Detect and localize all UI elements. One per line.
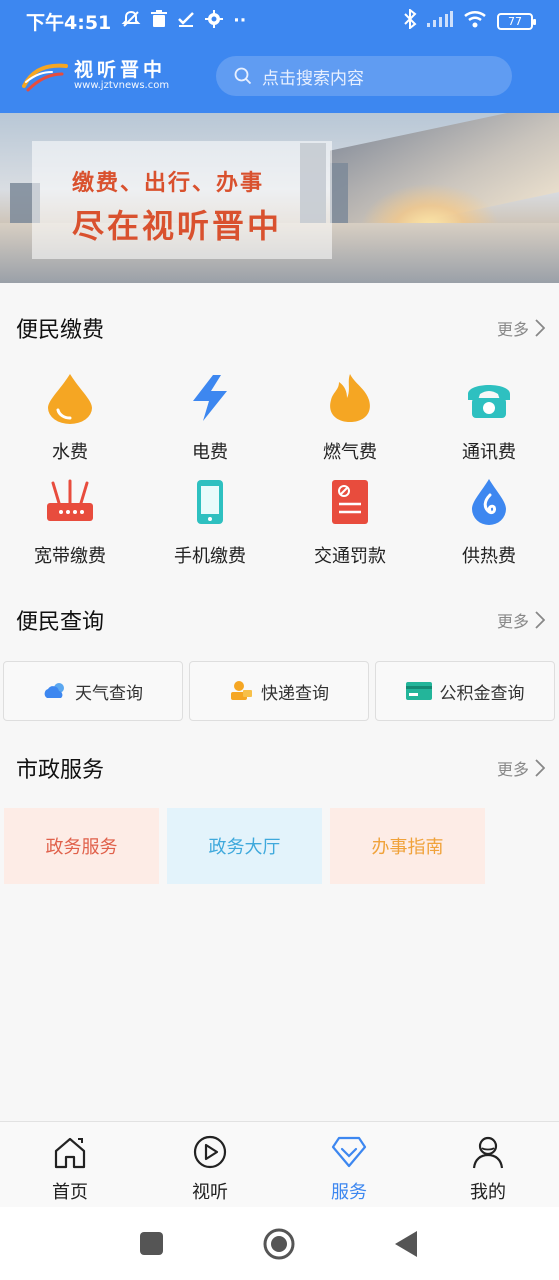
- payment-item-broadband[interactable]: 宽带缴费: [0, 476, 140, 568]
- payment-item-traffic-fine[interactable]: 交通罚款: [280, 476, 420, 568]
- play-icon: [160, 1134, 260, 1170]
- user-icon: [438, 1134, 538, 1170]
- search-icon: [234, 67, 252, 85]
- delivery-icon: [231, 681, 252, 700]
- check-icon: [177, 10, 195, 33]
- nav-profile[interactable]: 我的: [438, 1134, 538, 1204]
- banner-line1: 缴费、出行、办事: [72, 171, 265, 196]
- home-system-button[interactable]: [263, 1228, 295, 1264]
- diamond-icon: [299, 1134, 399, 1170]
- telephone-icon: [463, 372, 515, 424]
- payment-item-water[interactable]: 水费: [0, 372, 140, 464]
- gov-hall-tile[interactable]: 政务大厅: [167, 808, 322, 884]
- flame-icon: [324, 372, 376, 424]
- express-query-button[interactable]: 快递查询: [189, 661, 369, 721]
- wifi-icon: [463, 10, 487, 32]
- mobile-phone-icon: [184, 476, 236, 528]
- weather-cloud-icon: [44, 683, 64, 698]
- query-more-button[interactable]: 更多: [497, 608, 545, 632]
- search-placeholder: 点击搜索内容: [262, 68, 364, 89]
- gov-service-tile[interactable]: 政务服务: [4, 808, 159, 884]
- payment-item-electricity[interactable]: 电费: [140, 372, 280, 464]
- chevron-right-icon: [535, 611, 545, 629]
- system-nav-bar: [0, 1207, 559, 1280]
- municipal-section-title: 市政服务: [16, 758, 105, 783]
- banner-line2: 尽在视听晋中: [72, 207, 283, 245]
- nav-home[interactable]: 首页: [20, 1134, 120, 1204]
- more-dots-icon: ··: [233, 11, 247, 31]
- mute-icon: [121, 9, 141, 34]
- status-time: 下午4:51: [26, 11, 112, 34]
- guide-tile[interactable]: 办事指南: [330, 808, 485, 884]
- lightning-icon: [184, 372, 236, 424]
- logo-url: www.jztvnews.com: [74, 80, 170, 91]
- payment-item-gas[interactable]: 燃气费: [280, 372, 420, 464]
- trash-icon: [151, 9, 168, 33]
- payment-item-heating[interactable]: 供热费: [419, 476, 559, 568]
- water-drop-icon: [44, 372, 96, 424]
- payment-section-title: 便民缴费: [16, 318, 105, 343]
- app-logo[interactable]: 视听晋中 www.jztvnews.com: [22, 56, 182, 96]
- home-icon: [20, 1134, 120, 1170]
- signal-icon: [427, 11, 453, 31]
- weather-query-button[interactable]: 天气查询: [3, 661, 183, 721]
- card-icon: [405, 682, 432, 700]
- chevron-right-icon: [535, 759, 545, 777]
- app-header: 下午4:51 ·· 77 视听晋中 www.jztvnews.com 点击搜索内…: [0, 0, 559, 113]
- gear-icon: [205, 9, 224, 33]
- promo-banner[interactable]: 缴费、出行、办事 尽在视听晋中: [0, 113, 559, 283]
- recent-apps-button[interactable]: [140, 1232, 163, 1259]
- logo-name: 视听晋中: [74, 59, 167, 81]
- municipal-more-button[interactable]: 更多: [497, 756, 545, 780]
- payment-item-telecom[interactable]: 通讯费: [419, 372, 559, 464]
- router-icon: [44, 476, 96, 528]
- chevron-right-icon: [535, 319, 545, 337]
- status-bar: 下午4:51 ·· 77: [0, 0, 559, 42]
- back-system-button[interactable]: [395, 1231, 417, 1261]
- logo-swoosh-icon: [22, 63, 68, 92]
- nav-service[interactable]: 服务: [299, 1134, 399, 1204]
- bluetooth-icon: [403, 7, 417, 33]
- payment-item-mobile[interactable]: 手机缴费: [140, 476, 280, 568]
- ticket-icon: [324, 476, 376, 528]
- nav-media[interactable]: 视听: [160, 1134, 260, 1204]
- housing-fund-query-button[interactable]: 公积金查询: [375, 661, 555, 721]
- battery-indicator: 77: [497, 12, 536, 30]
- payment-more-button[interactable]: 更多: [497, 316, 545, 340]
- heat-drop-icon: [463, 476, 515, 528]
- search-input[interactable]: 点击搜索内容: [216, 56, 512, 96]
- bottom-nav: 首页 视听 服务 我的: [0, 1121, 559, 1207]
- query-section-title: 便民查询: [16, 610, 105, 635]
